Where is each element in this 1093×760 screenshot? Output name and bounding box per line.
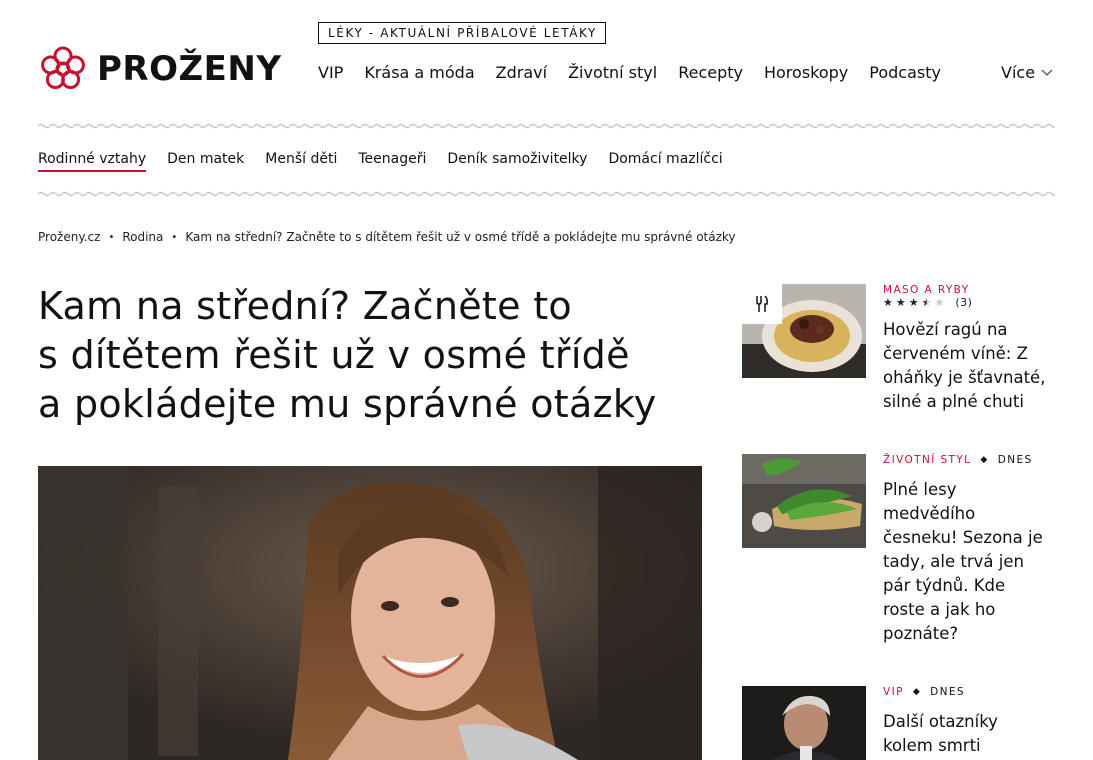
title-line: silné a plné chuti xyxy=(883,392,1024,411)
wave-divider xyxy=(38,123,1055,129)
article-thumbnail[interactable] xyxy=(742,686,866,760)
rating-stars: ★★★ ★ ★ (3) xyxy=(883,296,972,309)
article-title-line: Kam na střední? Začněte to xyxy=(38,284,572,328)
title-line: oháňky je šťavnaté, xyxy=(883,368,1046,387)
publish-time: DNES xyxy=(997,454,1033,466)
article-thumbnail[interactable] xyxy=(742,454,866,548)
subnav-item-young-children[interactable]: Menší děti xyxy=(265,151,337,167)
title-line: pár týdnů. Kde xyxy=(883,576,1006,595)
subnav-item-family-relations[interactable]: Rodinné vztahy xyxy=(38,151,147,172)
nav-item-recipes[interactable]: Recepty xyxy=(678,63,743,82)
category-label[interactable]: ŽIVOTNÍ STYL xyxy=(883,454,971,466)
article-meta: VIP ◆ DNES xyxy=(883,686,965,698)
article-card-title[interactable]: Další otazníky kolem smrti xyxy=(883,710,1055,758)
flower-logo-icon xyxy=(41,46,85,89)
article-thumbnail[interactable] xyxy=(742,284,866,378)
nav-item-vip[interactable]: VIP xyxy=(318,63,343,82)
more-label: Více xyxy=(1001,63,1036,82)
nav-item-lifestyle[interactable]: Životní styl xyxy=(568,63,657,82)
nav-item-podcasts[interactable]: Podcasty xyxy=(869,63,941,82)
drugs-leaflets-link[interactable]: LÉKY - AKTUÁLNÍ PŘÍBALOVÉ LETÁKY xyxy=(318,22,606,44)
meta-separator: ◆ xyxy=(980,455,989,465)
main-nav: VIP Krása a móda Zdraví Životní styl Rec… xyxy=(318,63,962,82)
title-line: kolem smrti xyxy=(883,736,981,755)
title-line: medvědího xyxy=(883,504,976,523)
publish-time: DNES xyxy=(930,686,965,698)
title-line: poznáte? xyxy=(883,624,959,643)
title-line: česneku! Sezona je xyxy=(883,528,1043,547)
meta-separator: ◆ xyxy=(912,687,922,697)
subnav-item-mothers-day[interactable]: Den matek xyxy=(167,151,244,167)
hero-image xyxy=(38,466,702,760)
star-icon: ★★★ xyxy=(883,297,922,309)
breadcrumb-separator: • xyxy=(108,231,115,243)
title-line: Plné lesy xyxy=(883,480,957,499)
subnav-item-pets[interactable]: Domácí mazlíčci xyxy=(608,151,722,167)
sidebar-article-card[interactable]: VIP ◆ DNES Další otazníky kolem smrti xyxy=(742,686,1056,760)
article-title-line: s dítětem řešit už v osmé třídě xyxy=(38,333,630,377)
nav-item-beauty-fashion[interactable]: Krása a móda xyxy=(364,63,474,82)
breadcrumb: Proženy.cz • Rodina • Kam na střední? Za… xyxy=(38,230,736,244)
sidebar-article-card[interactable]: ŽIVOTNÍ STYL ◆ DNES Plné lesy medvědího … xyxy=(742,454,1056,654)
category-label[interactable]: MASO A RYBY xyxy=(883,284,970,296)
article-meta: MASO A RYBY xyxy=(883,284,970,296)
site-logo[interactable]: PROŽENY xyxy=(39,45,281,93)
rating-count: (3) xyxy=(955,296,973,309)
brand-name: PROŽENY xyxy=(97,49,282,89)
subnav-item-teenagers[interactable]: Teenageři xyxy=(358,151,426,167)
breadcrumb-home[interactable]: Proženy.cz xyxy=(38,230,100,244)
wild-garlic-illustration xyxy=(742,454,866,548)
article-card-title[interactable]: Plné lesy medvědího česneku! Sezona je t… xyxy=(883,478,1055,646)
star-empty-icon: ★ xyxy=(934,297,948,309)
wave-divider xyxy=(38,191,1055,197)
title-line: Hovězí ragú na xyxy=(883,320,1008,339)
title-line: červeném víně: Z xyxy=(883,344,1028,363)
fork-knife-icon xyxy=(756,295,768,312)
article-title: Kam na střední? Začněte to s dítětem řeš… xyxy=(38,282,698,429)
article-card-title[interactable]: Hovězí ragú na červeném víně: Z oháňky j… xyxy=(883,318,1055,414)
sidebar-article-card[interactable]: MASO A RYBY ★★★ ★ ★ (3) Hovězí ragú na čer… xyxy=(742,284,1056,424)
breadcrumb-separator: • xyxy=(171,231,178,243)
breadcrumb-current: Kam na střední? Začněte to s dítětem řeš… xyxy=(185,230,736,244)
celebrity-portrait-illustration xyxy=(742,686,866,760)
article-title-line: a pokládejte mu správné otázky xyxy=(38,382,657,426)
chevron-down-icon xyxy=(1041,69,1053,76)
subnav-item-single-parent-diary[interactable]: Deník samoživitelky xyxy=(447,151,587,167)
title-line: tady, ale trvá jen xyxy=(883,552,1024,571)
title-line: Další otazníky xyxy=(883,712,998,731)
nav-item-horoscopes[interactable]: Horoskopy xyxy=(764,63,848,82)
article-meta: ŽIVOTNÍ STYL ◆ DNES xyxy=(883,454,1033,466)
more-menu-button[interactable]: Více xyxy=(1001,63,1053,82)
star-half-icon: ★ xyxy=(921,297,932,309)
category-label[interactable]: VIP xyxy=(883,686,904,698)
hero-photo-illustration xyxy=(38,466,702,760)
breadcrumb-family[interactable]: Rodina xyxy=(122,230,163,244)
title-line: roste a jak ho xyxy=(883,600,996,619)
recipe-badge xyxy=(742,284,782,324)
nav-item-health[interactable]: Zdraví xyxy=(496,63,547,82)
sub-nav: Rodinné vztahy Den matek Menší děti Teen… xyxy=(38,151,744,172)
